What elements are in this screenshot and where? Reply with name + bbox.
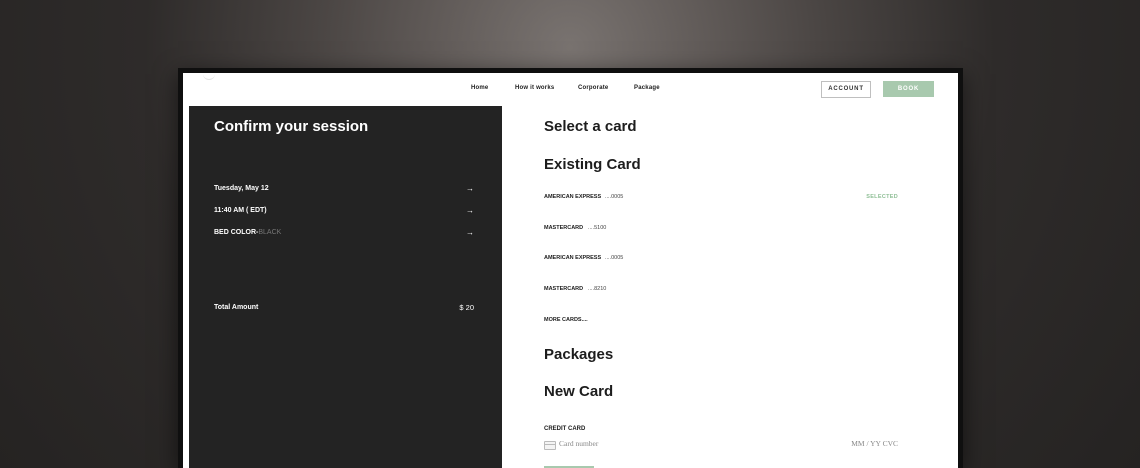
total-number: 20 bbox=[465, 303, 474, 312]
arrow-right-icon: → bbox=[466, 184, 474, 193]
bed-color-value: BLACK bbox=[258, 229, 282, 236]
logo-icon bbox=[203, 73, 215, 80]
card-brand: AMERICAN EXPRESS bbox=[544, 194, 602, 200]
card-number-placeholder: Card number bbox=[559, 439, 599, 448]
new-card-title: New Card bbox=[544, 383, 614, 400]
app-screen: Home How it works Corporate Package ACCO… bbox=[183, 73, 958, 468]
total-amount-value: $ 20 bbox=[459, 303, 474, 312]
saved-card-row[interactable]: MASTERCARD ....5100 bbox=[544, 225, 898, 235]
selected-badge: SELECTED bbox=[866, 194, 898, 200]
arrow-right-icon: → bbox=[466, 228, 474, 237]
nav-how-it-works-link[interactable]: How it works bbox=[515, 85, 554, 91]
bed-color-row[interactable]: BED COLOR-BLACK → bbox=[214, 228, 474, 241]
nav-home-link[interactable]: Home bbox=[471, 85, 488, 91]
session-time-row[interactable]: 11:40 AM ( EDT) → bbox=[214, 206, 474, 219]
bed-color-label: BED COLOR-BLACK bbox=[214, 229, 281, 236]
more-cards-link[interactable]: MORE CARDS.... bbox=[544, 317, 898, 327]
session-date-row[interactable]: Tuesday, May 12 → bbox=[214, 184, 474, 197]
session-date-label: Tuesday, May 12 bbox=[214, 185, 269, 192]
card-brand: MASTERCARD bbox=[544, 225, 584, 231]
card-number-field[interactable]: Card number MM / YY CVC bbox=[544, 439, 898, 451]
card-brand: AMERICAN EXPRESS bbox=[544, 255, 602, 261]
confirm-session-panel: Confirm your session Tuesday, May 12 → 1… bbox=[189, 106, 502, 468]
saved-card-row[interactable]: AMERICAN EXPRESS ....0005 SELECTED bbox=[544, 194, 898, 204]
session-time-label: 11:40 AM ( EDT) bbox=[214, 207, 267, 214]
payment-panel: Select a card Existing Card AMERICAN EXP… bbox=[502, 106, 958, 468]
total-amount-row: Total Amount $ 20 bbox=[214, 303, 474, 316]
account-button[interactable]: ACCOUNT bbox=[821, 81, 871, 98]
bed-color-prefix: BED COLOR- bbox=[214, 229, 259, 236]
saved-card-row[interactable]: AMERICAN EXPRESS ....0005 bbox=[544, 255, 898, 265]
credit-card-label: CREDIT CARD bbox=[544, 426, 586, 432]
credit-card-icon bbox=[544, 441, 556, 450]
book-button[interactable]: BOOK bbox=[883, 81, 934, 97]
existing-card-title: Existing Card bbox=[544, 156, 641, 173]
card-last-digits: ....5100 bbox=[588, 225, 607, 231]
card-last-digits: ....0005 bbox=[605, 255, 624, 261]
select-card-title: Select a card bbox=[544, 118, 637, 135]
total-amount-label: Total Amount bbox=[214, 304, 259, 311]
nav-corporate-link[interactable]: Corporate bbox=[578, 85, 608, 91]
card-last-digits: ....0005 bbox=[605, 194, 624, 200]
card-exp-cvc-placeholder: MM / YY CVC bbox=[851, 439, 898, 448]
currency-symbol: $ bbox=[459, 303, 464, 312]
more-cards-label: MORE CARDS.... bbox=[544, 317, 588, 323]
packages-title[interactable]: Packages bbox=[544, 346, 613, 363]
confirm-session-title: Confirm your session bbox=[214, 118, 369, 135]
card-last-digits: ....8210 bbox=[588, 286, 607, 292]
arrow-right-icon: → bbox=[466, 206, 474, 215]
nav-package-link[interactable]: Package bbox=[634, 85, 660, 91]
card-brand: MASTERCARD bbox=[544, 286, 584, 292]
top-navigation: Home How it works Corporate Package ACCO… bbox=[183, 73, 958, 106]
saved-card-row[interactable]: MASTERCARD ....8210 bbox=[544, 286, 898, 296]
